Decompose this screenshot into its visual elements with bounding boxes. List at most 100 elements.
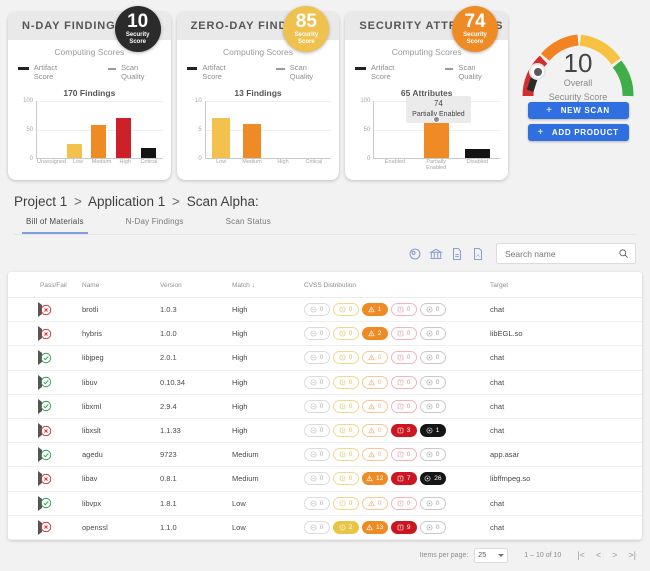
add-product-button[interactable]: + ADD PRODUCT <box>528 124 629 141</box>
bank-icon[interactable] <box>429 247 443 261</box>
cvss-chip[interactable]: 0 <box>304 521 330 534</box>
cvss-chip[interactable]: 0 <box>391 497 417 510</box>
cvss-chip[interactable]: 3 <box>391 424 417 437</box>
cvss-chip[interactable]: 0 <box>333 400 359 413</box>
cvss-chip[interactable]: 0 <box>333 448 359 461</box>
cvss-chip[interactable]: 1 <box>362 303 388 316</box>
items-per-page-select[interactable]: 25 <box>474 548 508 563</box>
cvss-chip[interactable]: 13 <box>362 521 388 534</box>
cvss-chip[interactable]: 0 <box>304 497 330 510</box>
cvss-chip[interactable]: 0 <box>362 376 388 389</box>
cvss-chip[interactable]: 1 <box>420 424 446 437</box>
new-scan-button[interactable]: + NEW SCAN <box>528 102 629 119</box>
cvss-chip[interactable]: 0 <box>304 327 330 340</box>
search-input[interactable] <box>503 248 618 260</box>
column-version[interactable]: Version <box>160 272 232 298</box>
row-expand-cell[interactable] <box>8 322 40 346</box>
cvss-chip[interactable]: 0 <box>391 448 417 461</box>
cvss-chip[interactable]: 0 <box>304 448 330 461</box>
cvss-chip[interactable]: 0 <box>391 400 417 413</box>
table-row[interactable]: libxml2.9.4High00000chat <box>8 394 642 418</box>
cvss-chip[interactable]: 0 <box>420 521 446 534</box>
tag-icon[interactable] <box>408 247 422 261</box>
cvss-chip[interactable]: 0 <box>362 400 388 413</box>
first-page-button[interactable]: |< <box>577 550 585 560</box>
tab-n-day-findings[interactable]: N-Day Findings <box>122 217 188 234</box>
cvss-chip[interactable]: 7 <box>391 472 417 485</box>
cvss-chip[interactable]: 12 <box>362 472 388 485</box>
tab-scan-status[interactable]: Scan Status <box>222 217 275 234</box>
row-expand-cell[interactable] <box>8 443 40 467</box>
cvss-chip[interactable]: 0 <box>333 303 359 316</box>
cvss-chip[interactable]: 0 <box>304 424 330 437</box>
cvss-chip[interactable]: 0 <box>304 351 330 364</box>
cvss-chip[interactable]: 0 <box>362 424 388 437</box>
cvss-chip[interactable]: 0 <box>420 400 446 413</box>
spdx-document-icon[interactable] <box>450 247 464 261</box>
table-row[interactable]: libvpx1.8.1Low00000chat <box>8 491 642 515</box>
column-name[interactable]: Name <box>82 272 160 298</box>
legend-label: Artifact Score <box>371 63 411 82</box>
cvss-chip[interactable]: 0 <box>362 497 388 510</box>
cvss-chip[interactable]: 0 <box>333 497 359 510</box>
pdf-document-icon[interactable]: A <box>471 247 485 261</box>
table-row[interactable]: libxslt1.1.33High00031chat <box>8 418 642 442</box>
column-pass-fail[interactable]: Pass/Fail <box>40 272 82 298</box>
cvss-chip[interactable]: 0 <box>333 424 359 437</box>
cvss-chip[interactable]: 0 <box>333 351 359 364</box>
column-match[interactable]: Match ↓ <box>232 272 304 298</box>
tab-bill-of-materials[interactable]: Bill of Materials <box>22 217 88 234</box>
cvss-chip[interactable]: 0 <box>333 472 359 485</box>
row-expand-cell[interactable] <box>8 491 40 515</box>
cvss-chip[interactable]: 0 <box>304 376 330 389</box>
cvss-chip[interactable]: 0 <box>333 327 359 340</box>
row-expand-cell[interactable] <box>8 346 40 370</box>
cvss-cell: 00031 <box>304 418 490 442</box>
column-cvss-distribution[interactable]: CVSS Distribution <box>304 272 490 298</box>
table-row[interactable]: openssl1.1.0Low021390chat <box>8 515 642 539</box>
row-expand-cell[interactable] <box>8 418 40 442</box>
cvss-chip[interactable]: 0 <box>420 376 446 389</box>
cvss-chip[interactable]: 0 <box>304 400 330 413</box>
cvss-chip[interactable]: 26 <box>420 472 446 485</box>
cvss-chip[interactable]: 0 <box>333 376 359 389</box>
row-expand-cell[interactable] <box>8 298 40 322</box>
table-row[interactable]: libuv0.10.34High00000chat <box>8 370 642 394</box>
column-target[interactable]: Target <box>490 272 642 298</box>
table-row[interactable]: libjpeg2.0.1High00000chat <box>8 346 642 370</box>
cvss-chip[interactable]: 0 <box>391 327 417 340</box>
next-page-button[interactable]: > <box>612 550 617 560</box>
prev-page-button[interactable]: < <box>596 550 601 560</box>
cvss-chip[interactable]: 2 <box>333 521 359 534</box>
search-box[interactable] <box>496 243 636 264</box>
table-row[interactable]: brotli1.0.3High00100chat <box>8 298 642 322</box>
cvss-chip[interactable]: 0 <box>420 497 446 510</box>
row-expand-cell[interactable] <box>8 394 40 418</box>
cvss-chip[interactable]: 2 <box>362 327 388 340</box>
breadcrumb-application[interactable]: Application 1 <box>88 194 165 209</box>
cvss-chip[interactable]: 0 <box>304 472 330 485</box>
row-expand-cell[interactable] <box>8 515 40 539</box>
cvss-chip[interactable]: 0 <box>420 448 446 461</box>
cvss-chip[interactable]: 0 <box>420 303 446 316</box>
cvss-chip[interactable]: 0 <box>362 351 388 364</box>
target-cell: chat <box>490 298 642 322</box>
cvss-chip[interactable]: 0 <box>391 351 417 364</box>
cvss-chip-value: 0 <box>436 451 440 458</box>
last-page-button[interactable]: >| <box>628 550 636 560</box>
breadcrumb-scan[interactable]: Scan Alpha: <box>187 194 259 209</box>
table-row[interactable]: agedu9723Medium00000app.asar <box>8 443 642 467</box>
table-row[interactable]: libav0.8.1Medium0012726libffmpeg.so <box>8 467 642 491</box>
cvss-chip[interactable]: 0 <box>391 303 417 316</box>
cvss-chip[interactable]: 0 <box>304 303 330 316</box>
cvss-chip[interactable]: 0 <box>362 448 388 461</box>
row-expand-cell[interactable] <box>8 467 40 491</box>
cvss-chip[interactable]: 0 <box>391 376 417 389</box>
cvss-chip[interactable]: 9 <box>391 521 417 534</box>
table-row[interactable]: hybris1.0.0High00200libEGL.so <box>8 322 642 346</box>
row-expand-cell[interactable] <box>8 370 40 394</box>
search-icon[interactable] <box>618 248 629 259</box>
breadcrumb-project[interactable]: Project 1 <box>14 194 67 209</box>
cvss-chip[interactable]: 0 <box>420 351 446 364</box>
cvss-chip[interactable]: 0 <box>420 327 446 340</box>
